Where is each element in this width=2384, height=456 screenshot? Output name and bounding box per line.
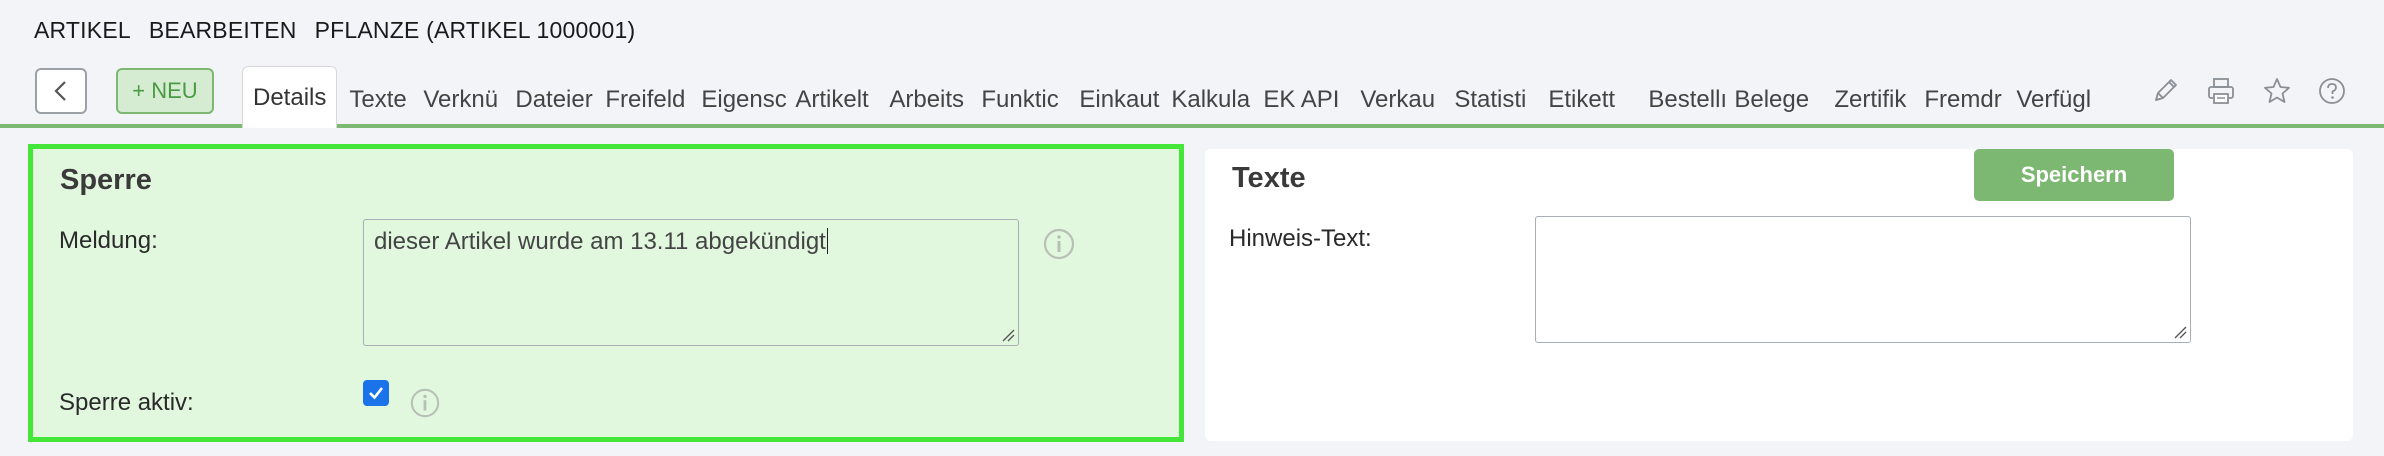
tab-ek-api[interactable]: EK API [1259,76,1352,124]
tab-belege[interactable]: Belege [1728,76,1822,124]
meldung-textarea[interactable]: dieser Artikel wurde am 13.11 abgekündig… [363,219,1019,346]
tab-verkauf[interactable]: Verkau [1352,76,1446,124]
back-button[interactable] [35,68,87,114]
text-cursor [826,228,829,254]
texte-panel: Texte Hinweis-Text: [1205,149,2353,441]
info-icon[interactable] [1042,227,1076,261]
tab-arbeitsgaenge[interactable]: Arbeits [883,76,977,124]
texte-title: Texte [1232,162,1306,194]
tab-freifelder[interactable]: Freifeld [601,76,695,124]
meldung-value: dieser Artikel wurde am 13.11 abgekündig… [374,228,826,255]
tab-zertifikate[interactable]: Zertifik [1822,76,1916,124]
breadcrumb-artikel[interactable]: ARTIKEL [34,17,131,44]
tab-texte[interactable]: Texte [337,76,413,124]
help-icon[interactable] [2315,74,2349,108]
checkmark-icon [369,387,384,400]
sperre-aktiv-checkbox[interactable] [363,380,389,406]
tab-details[interactable]: Details [242,66,338,128]
hinweis-text-label: Hinweis-Text: [1229,225,1372,252]
sperre-title: Sperre [60,164,152,196]
tab-verknuepfungen[interactable]: Verknü [413,76,507,124]
meldung-label: Meldung: [59,227,158,254]
breadcrumb-article-name: PFLANZE (ARTIKEL 1000001) [314,16,636,43]
sperre-aktiv-label: Sperre aktiv: [59,389,194,416]
tab-eigenschaften[interactable]: Eigensc [695,76,789,124]
info-icon[interactable] [409,387,441,419]
tab-dateien[interactable]: Dateier [507,76,601,124]
tab-kalkulation[interactable]: Kalkula [1165,76,1259,124]
printer-icon[interactable] [2204,74,2238,108]
tab-bar: Details Texte Verknü Dateier Freifeld Ei… [242,58,2104,128]
tab-verfuegbarkeit[interactable]: Verfügl [2010,76,2104,124]
tab-artikeltexte[interactable]: Artikelt [789,76,883,124]
hinweis-text-textarea[interactable] [1535,216,2191,343]
tab-einkauf[interactable]: Einkaut [1071,76,1165,124]
tab-etiketten[interactable]: Etikett [1540,76,1634,124]
resize-handle-icon[interactable] [1001,328,1015,342]
new-button[interactable]: + NEU [116,68,214,114]
pencil-icon[interactable] [2148,74,2182,108]
star-icon[interactable] [2260,74,2294,108]
toolbar: + NEU Details Texte Verknü Dateier Freif… [0,58,2384,128]
tab-fremdreferenzen[interactable]: Fremdr [1916,76,2010,124]
breadcrumb: ARTIKEL BEARBEITEN PFLANZE (ARTIKEL 1000… [34,14,635,46]
chevron-left-icon [54,81,66,101]
breadcrumb-bearbeiten[interactable]: BEARBEITEN [149,17,297,44]
tab-statistik[interactable]: Statisti [1446,76,1540,124]
resize-handle-icon[interactable] [2173,325,2187,339]
tab-bestellungen[interactable]: Bestellı [1634,76,1728,124]
tab-funktionen[interactable]: Funktic [977,76,1071,124]
sperre-panel: Sperre Meldung: dieser Artikel wurde am … [28,144,1184,442]
save-button[interactable]: Speichern [1974,149,2174,201]
